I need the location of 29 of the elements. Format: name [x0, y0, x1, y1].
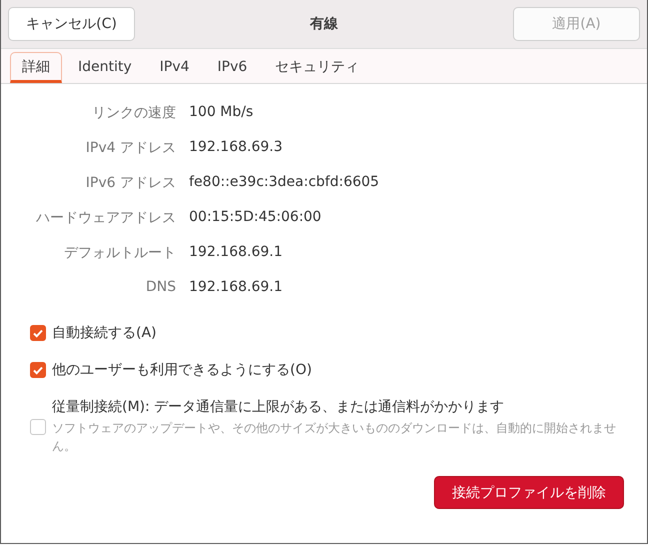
- option-label: 他のユーザーも利用できるようにする(O): [52, 361, 312, 379]
- delete-profile-button[interactable]: 接続プロファイルを削除: [434, 476, 624, 509]
- detail-value: fe80::e39c:3dea:cbfd:6605: [189, 174, 380, 192]
- option-description: ソフトウェアのアップデートや、その他のサイズが大きいもののダウンロードは、自動的に開始されません。: [52, 420, 617, 455]
- cancel-button[interactable]: キャンセル(C): [8, 7, 135, 41]
- detail-value: 192.168.69.1: [189, 244, 284, 262]
- detail-value: 00:15:5D:45:06:00: [189, 209, 322, 227]
- checkbox[interactable]: [30, 418, 46, 434]
- checkbox[interactable]: [30, 325, 46, 341]
- detail-label: ハードウェアアドレス: [35, 209, 176, 228]
- tab[interactable]: Identity: [66, 52, 144, 83]
- detail-value: 192.168.69.3: [189, 139, 284, 157]
- detail-label: DNS: [144, 279, 176, 297]
- detail-label: IPv4 アドレス: [84, 139, 176, 158]
- check-icon: [32, 327, 44, 339]
- tab[interactable]: IPv6: [205, 52, 260, 83]
- detail-value: 192.168.69.1: [189, 279, 284, 297]
- detail-label: リンクの速度: [91, 104, 176, 123]
- check-icon: [32, 364, 44, 376]
- detail-label: デフォルトルート: [63, 244, 176, 263]
- tab[interactable]: セキュリティ: [263, 52, 372, 83]
- tab[interactable]: IPv4: [148, 52, 202, 83]
- checkbox[interactable]: [30, 362, 46, 378]
- option-label: 自動接続する(A): [52, 324, 157, 342]
- detail-label: IPv6 アドレス: [84, 174, 176, 193]
- option-label: 従量制接続(M): データ通信量に上限がある、または通信料がかかります: [52, 398, 506, 416]
- detail-value: 100 Mb/s: [189, 104, 254, 122]
- tab[interactable]: 詳細: [10, 52, 62, 83]
- window-title: 有線: [310, 15, 338, 33]
